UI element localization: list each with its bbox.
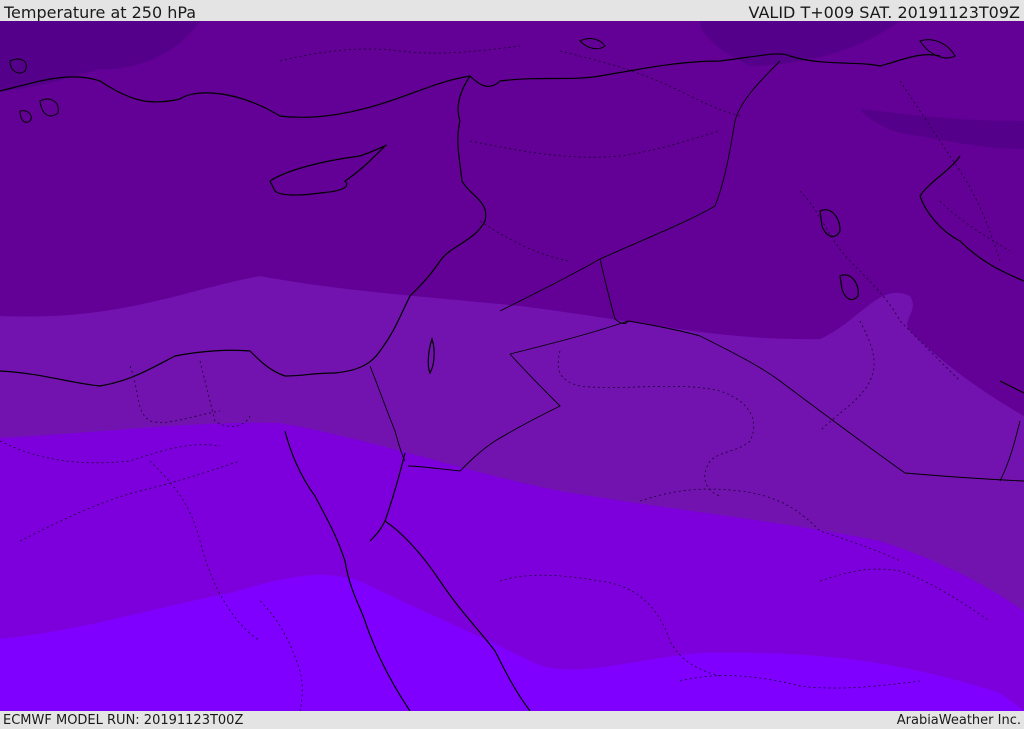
- footer-bar: ECMWF MODEL RUN: 20191123T00Z ArabiaWeat…: [0, 711, 1024, 729]
- credit-text: ArabiaWeather Inc.: [896, 713, 1021, 728]
- map-area[interactable]: [0, 21, 1024, 711]
- model-run: ECMWF MODEL RUN: 20191123T00Z: [3, 713, 244, 728]
- header-bar: Temperature at 250 hPa VALID T+009 SAT. …: [0, 0, 1024, 22]
- map-title: Temperature at 250 hPa: [4, 3, 197, 22]
- temperature-map: [0, 21, 1024, 711]
- valid-time: VALID T+009 SAT. 20191123T09Z: [748, 3, 1020, 22]
